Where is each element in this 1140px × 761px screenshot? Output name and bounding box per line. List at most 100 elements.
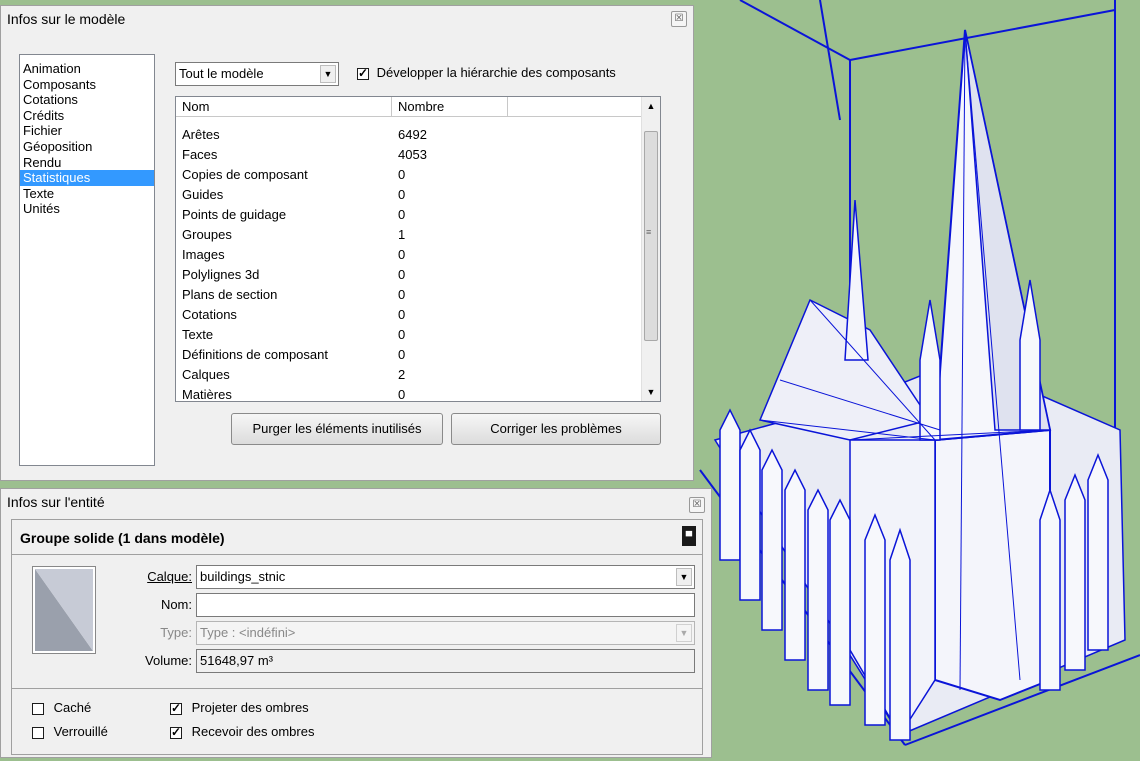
- expand-hierarchy-checkbox[interactable]: [357, 66, 369, 80]
- locked-checkbox[interactable]: [32, 726, 44, 739]
- table-row: Guides 0: [176, 185, 636, 205]
- fix-problems-button-label: Corriger les problèmes: [490, 421, 622, 436]
- scroll-grip-icon: ≡: [646, 227, 652, 237]
- entity-info-body: Groupe solide (1 dans modèle) ▀ Calque: …: [11, 519, 703, 755]
- close-icon[interactable]: ☒: [689, 497, 705, 513]
- chevron-down-icon[interactable]: ▼: [320, 65, 336, 83]
- purge-button-label: Purger les éléments inutilisés: [252, 421, 422, 436]
- column-header-empty: [508, 97, 644, 117]
- entity-info-title: Infos sur l'entité: [7, 494, 105, 510]
- entity-heading: Groupe solide (1 dans modèle): [20, 530, 225, 546]
- layer-select-value: buildings_stnic: [200, 569, 286, 584]
- row-name: Guides: [182, 187, 224, 202]
- receive-shadows-option[interactable]: Recevoir des ombres: [170, 724, 314, 739]
- row-name: Polylignes 3d: [182, 267, 260, 282]
- purge-button[interactable]: Purger les éléments inutilisés: [231, 413, 443, 445]
- scroll-up-icon[interactable]: ▲: [642, 97, 660, 115]
- chevron-down-icon[interactable]: ▼: [676, 568, 692, 586]
- layer-label: Calque:: [147, 569, 192, 584]
- default-material-icon: [35, 569, 93, 651]
- table-row: Définitions de composant 0: [176, 345, 636, 365]
- material-swatch[interactable]: [32, 566, 96, 654]
- row-count: 0: [398, 287, 406, 302]
- column-header-nombre-label: Nombre: [398, 99, 445, 114]
- model-info-panel: Infos sur le modèle ☒ Animation Composan…: [0, 5, 694, 481]
- entity-divider-bottom: [12, 688, 702, 689]
- category-item-rendu[interactable]: Rendu: [20, 155, 154, 171]
- cast-shadows-label: Projeter des ombres: [191, 700, 309, 715]
- close-icon[interactable]: ☒: [671, 11, 687, 27]
- column-header-nombre[interactable]: Nombre: [392, 97, 508, 117]
- row-count: 6492: [398, 127, 427, 142]
- layer-select[interactable]: buildings_stnic ▼: [196, 565, 695, 589]
- category-item-composants[interactable]: Composants: [20, 77, 154, 93]
- table-row: Calques 2: [176, 365, 636, 385]
- model-info-titlebar[interactable]: Infos sur le modèle ☒: [1, 6, 693, 32]
- fix-problems-button[interactable]: Corriger les problèmes: [451, 413, 661, 445]
- table-row: Copies de composant 0: [176, 165, 636, 185]
- row-count: 2: [398, 367, 406, 382]
- category-item-credits[interactable]: Crédits: [20, 108, 154, 124]
- table-row: Faces 4053: [176, 145, 636, 165]
- locked-option[interactable]: Verrouillé: [32, 724, 108, 739]
- entity-info-panel: Infos sur l'entité ☒ Groupe solide (1 da…: [0, 488, 712, 758]
- table-row: Matières 0: [176, 385, 636, 402]
- category-item-geoposition[interactable]: Géoposition: [20, 139, 154, 155]
- row-count: 0: [398, 167, 406, 182]
- row-count: 0: [398, 267, 406, 282]
- category-item-texte[interactable]: Texte: [20, 186, 154, 202]
- volume-value-field: 51648,97 m³: [196, 649, 695, 673]
- type-select: Type : <indéfini> ▼: [196, 621, 695, 645]
- cast-shadows-checkbox[interactable]: [170, 701, 182, 715]
- row-name: Texte: [182, 327, 214, 342]
- row-count: 0: [398, 187, 406, 202]
- scroll-down-icon[interactable]: ▼: [642, 383, 660, 401]
- name-label: Nom:: [160, 597, 192, 612]
- row-count: 0: [398, 207, 406, 222]
- volume-label: Volume:: [145, 653, 192, 668]
- row-name: Copies de composant: [182, 167, 308, 182]
- category-item-statistiques[interactable]: Statistiques: [20, 170, 154, 186]
- category-item-animation[interactable]: Animation: [20, 61, 154, 77]
- receive-shadows-checkbox[interactable]: [170, 725, 182, 739]
- expand-hierarchy-label: Développer la hiérarchie des composants: [376, 65, 616, 80]
- table-row: Plans de section 0: [176, 285, 636, 305]
- row-count: 0: [398, 247, 406, 262]
- column-header-nom[interactable]: Nom: [176, 97, 392, 117]
- entity-divider: [12, 554, 702, 555]
- row-count: 0: [398, 347, 406, 362]
- column-header-nom-label: Nom: [182, 99, 210, 114]
- row-name: Plans de section: [182, 287, 278, 302]
- row-name: Images: [182, 247, 225, 262]
- type-select-value: Type : <indéfini>: [200, 625, 296, 640]
- locked-label: Verrouillé: [53, 724, 108, 739]
- row-count: 0: [398, 387, 406, 402]
- type-label: Type:: [160, 625, 192, 640]
- toggle-details-icon[interactable]: ▀: [682, 526, 696, 546]
- hidden-checkbox[interactable]: [32, 702, 44, 715]
- receive-shadows-label: Recevoir des ombres: [191, 724, 315, 739]
- volume-value: 51648,97 m³: [200, 653, 273, 668]
- row-name: Matières: [182, 387, 232, 402]
- row-name: Groupes: [182, 227, 232, 242]
- table-scrollbar[interactable]: ▲ ≡ ▼: [641, 97, 660, 401]
- statistics-table[interactable]: Nom Nombre Arêtes 6492 Faces 4053 Copies d…: [175, 96, 661, 402]
- scope-select[interactable]: Tout le modèle ▼: [175, 62, 339, 86]
- cast-shadows-option[interactable]: Projeter des ombres: [170, 700, 309, 715]
- category-item-fichier[interactable]: Fichier: [20, 123, 154, 139]
- name-input[interactable]: [196, 593, 695, 617]
- row-count: 0: [398, 307, 406, 322]
- row-count: 0: [398, 327, 406, 342]
- model-info-title: Infos sur le modèle: [7, 11, 126, 27]
- hidden-option[interactable]: Caché: [32, 700, 91, 715]
- entity-info-titlebar[interactable]: Infos sur l'entité ☒: [1, 489, 711, 515]
- category-list[interactable]: Animation Composants Cotations Crédits F…: [19, 54, 155, 466]
- table-row: Groupes 1: [176, 225, 636, 245]
- category-item-cotations[interactable]: Cotations: [20, 92, 154, 108]
- category-item-unites[interactable]: Unités: [20, 201, 154, 217]
- chevron-down-icon: ▼: [676, 624, 692, 642]
- table-row: Texte 0: [176, 325, 636, 345]
- expand-hierarchy-option[interactable]: Développer la hiérarchie des composants: [357, 65, 616, 80]
- row-name: Définitions de composant: [182, 347, 328, 362]
- hidden-label: Caché: [53, 700, 92, 715]
